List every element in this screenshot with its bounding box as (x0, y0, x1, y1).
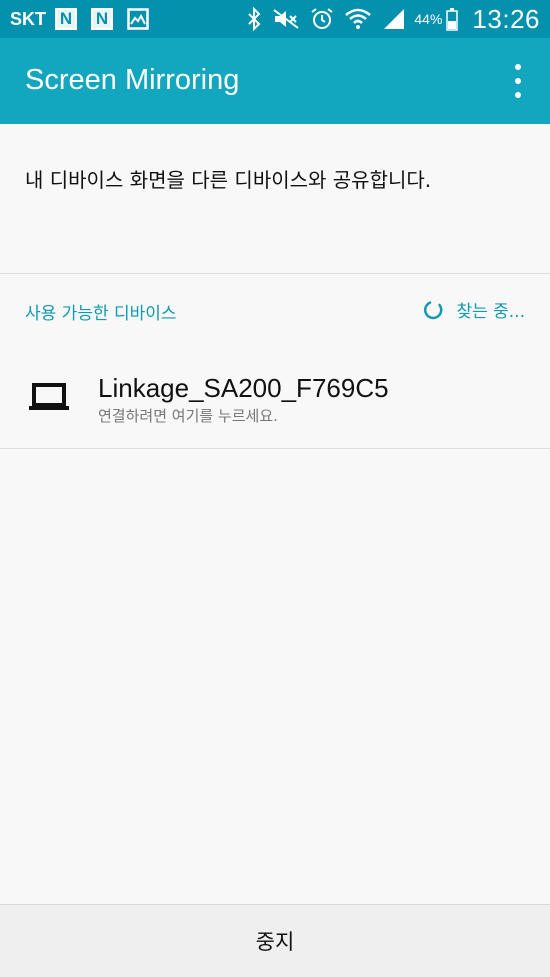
naver-n-icon: N (54, 7, 78, 31)
available-devices-header: 사용 가능한 디바이스 찾는 중... (0, 275, 550, 341)
device-name: Linkage_SA200_F769C5 (98, 373, 389, 403)
bluetooth-icon (246, 7, 262, 31)
bottom-bar: 중지 (0, 904, 550, 977)
carrier-label: SKT (10, 8, 46, 29)
searching-status: 찾는 중... (422, 297, 525, 322)
notification-label: N (91, 8, 113, 30)
device-item[interactable]: Linkage_SA200_F769C5 연결하려면 여기를 누르세요. (0, 343, 550, 449)
overflow-menu-icon[interactable] (508, 64, 528, 98)
intro-section: 내 디바이스 화면을 다른 디바이스와 공유합니다. (0, 124, 550, 274)
intro-text: 내 디바이스 화면을 다른 디바이스와 공유합니다. (25, 168, 432, 192)
battery-fill (448, 21, 457, 29)
notification-label: N (55, 8, 77, 30)
wifi-icon (344, 7, 372, 31)
available-devices-title: 사용 가능한 디바이스 (25, 304, 177, 324)
battery-icon (446, 7, 459, 31)
page-title: Screen Mirroring (25, 64, 240, 96)
laptop-icon (29, 383, 69, 410)
clock: 13:26 (472, 3, 540, 34)
spinner-icon (424, 300, 443, 319)
mute-icon (272, 7, 300, 31)
searching-label: 찾는 중... (456, 302, 525, 322)
battery-percent: 44% (414, 11, 443, 27)
signal-icon (382, 7, 406, 31)
gallery-image-icon (126, 7, 150, 31)
alarm-icon (310, 7, 334, 31)
device-hint: 연결하려면 여기를 누르세요. (98, 407, 278, 425)
naver-n-icon: N (90, 7, 114, 31)
app-bar: Screen Mirroring (0, 38, 550, 124)
stop-button[interactable]: 중지 (256, 926, 295, 956)
status-bar: SKT N N 44% 13:26 (0, 0, 550, 38)
